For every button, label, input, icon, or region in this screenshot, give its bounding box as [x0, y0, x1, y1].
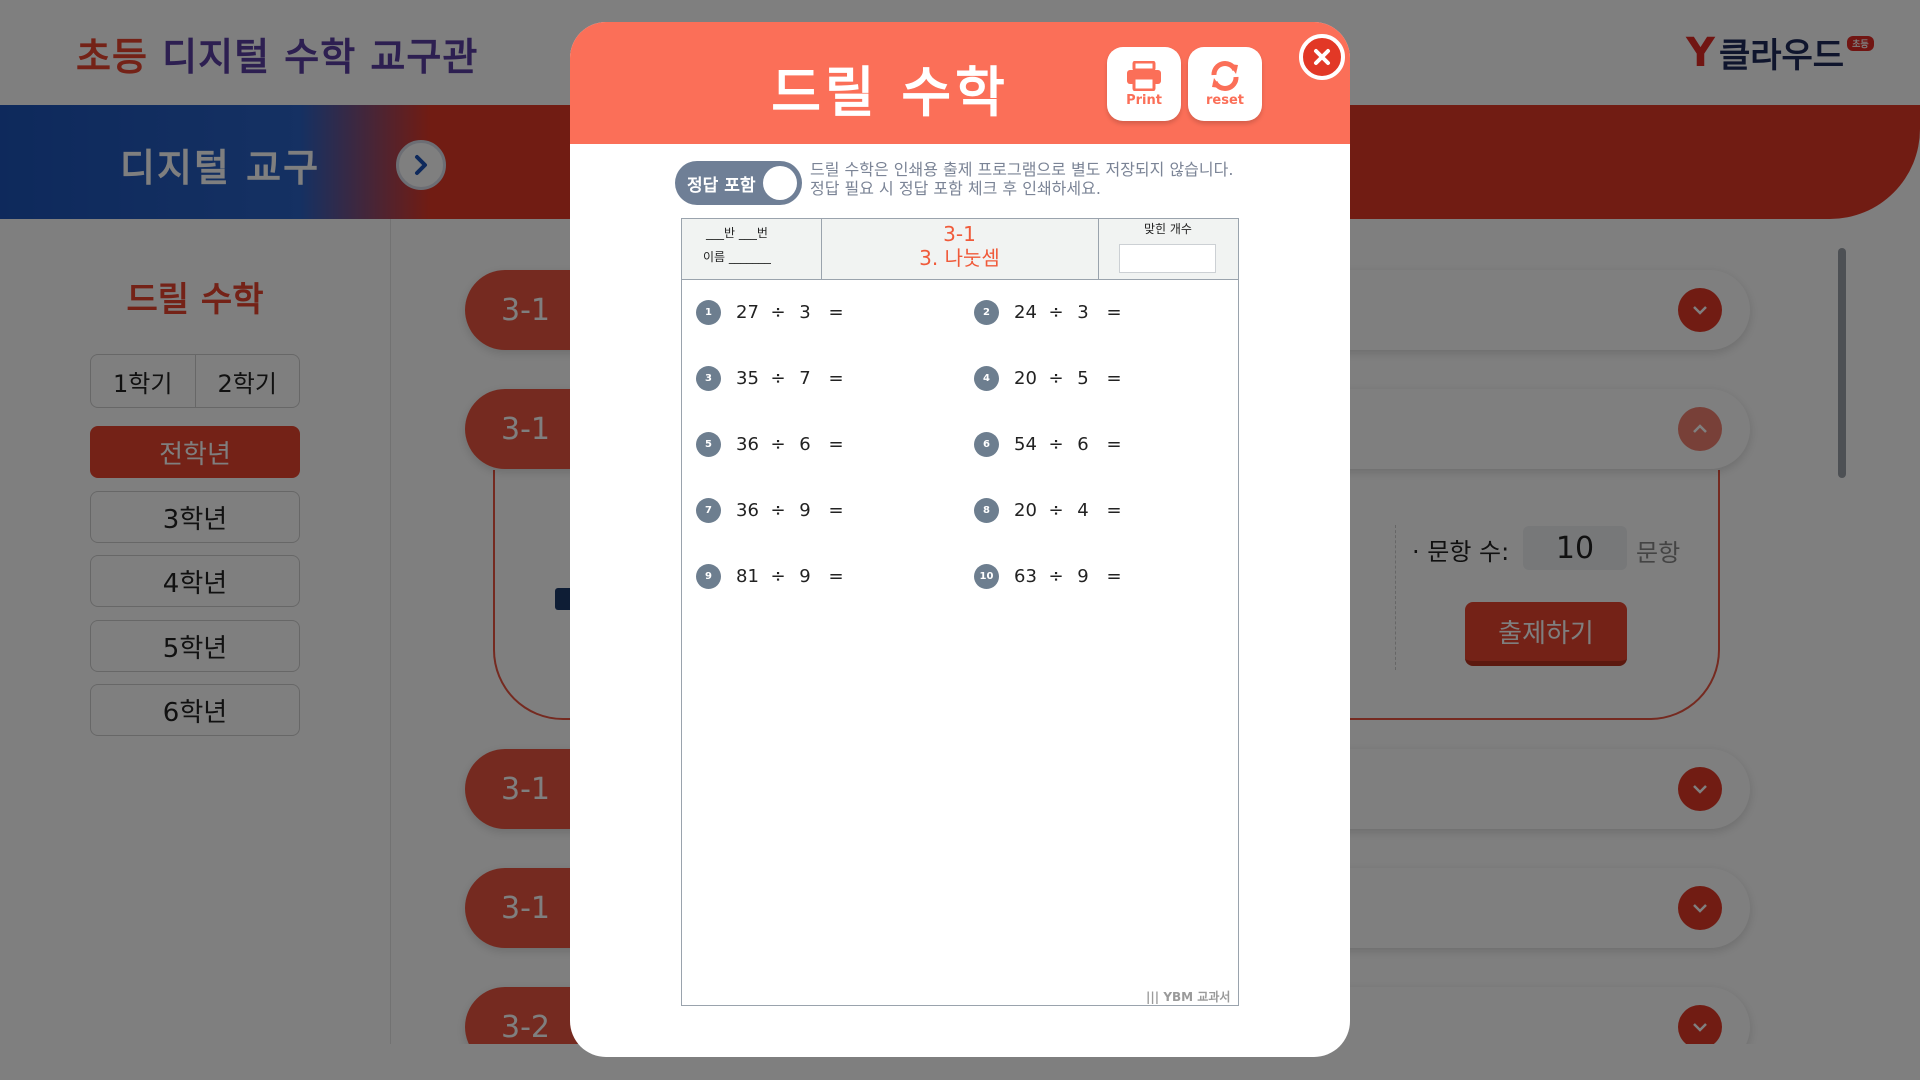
problem-item: 6 54 ÷ 6 = — [974, 431, 1124, 457]
dividend: 27 — [736, 301, 759, 323]
equals-sign: = — [1106, 499, 1122, 521]
dividend: 81 — [736, 565, 759, 587]
unit-name: 3. 나눗셈 — [919, 246, 1000, 270]
equals-sign: = — [1106, 301, 1122, 323]
unit-code: 3-1 — [943, 222, 976, 246]
refresh-icon — [1211, 60, 1239, 91]
problem-item: 5 36 ÷ 6 = — [696, 431, 846, 457]
divisor: 6 — [799, 433, 811, 455]
class-number-line: ___반 ___번 — [706, 226, 768, 240]
problem-number: 5 — [696, 431, 721, 457]
reset-button-label: reset — [1206, 92, 1244, 108]
problem-item: 10 63 ÷ 9 = — [974, 563, 1124, 589]
divisor: 5 — [1077, 367, 1089, 389]
reset-button[interactable]: reset — [1188, 47, 1262, 121]
problem-item: 3 35 ÷ 7 = — [696, 365, 846, 391]
notice-line-2: 정답 필요 시 정답 포함 체크 후 인쇄하세요. — [810, 179, 1101, 198]
dividend: 54 — [1014, 433, 1037, 455]
worksheet-unit: 3-1 3. 나눗셈 — [821, 222, 1098, 270]
divide-sign: ÷ — [1048, 499, 1064, 521]
divide-sign: ÷ — [770, 433, 786, 455]
equals-sign: = — [1106, 565, 1122, 587]
equals-sign: = — [828, 433, 844, 455]
print-button-label: Print — [1126, 92, 1162, 108]
score-box — [1119, 244, 1216, 273]
problem-item: 8 20 ÷ 4 = — [974, 497, 1124, 523]
divide-sign: ÷ — [1048, 367, 1064, 389]
problem-item: 4 20 ÷ 5 = — [974, 365, 1124, 391]
divide-sign: ÷ — [770, 367, 786, 389]
problem-number: 9 — [696, 563, 721, 589]
equals-sign: = — [828, 565, 844, 587]
close-modal-button[interactable] — [1299, 34, 1345, 80]
divisor: 7 — [799, 367, 811, 389]
ybm-logo-icon: ||| — [1146, 990, 1160, 1004]
equals-sign: = — [828, 301, 844, 323]
publisher-logo: ||| YBM 교과서 — [1146, 988, 1230, 1005]
name-line: 이름 _______ — [703, 250, 771, 264]
problem-item: 1 27 ÷ 3 = — [696, 299, 846, 325]
print-notice: 드릴 수학은 인쇄용 출제 프로그램으로 별도 저장되지 않습니다. 정답 필요… — [810, 160, 1233, 198]
problem-number: 4 — [974, 365, 999, 391]
problem-number: 6 — [974, 431, 999, 457]
dividend: 36 — [736, 499, 759, 521]
divisor: 3 — [799, 301, 811, 323]
score-label: 맞힌 개수 — [1144, 222, 1192, 236]
divisor: 9 — [799, 565, 811, 587]
divisor: 3 — [1077, 301, 1089, 323]
problem-item: 2 24 ÷ 3 = — [974, 299, 1124, 325]
dividend: 24 — [1014, 301, 1037, 323]
divide-sign: ÷ — [770, 565, 786, 587]
divisor: 4 — [1077, 499, 1089, 521]
dividend: 20 — [1014, 499, 1037, 521]
problem-number: 1 — [696, 299, 721, 325]
divide-sign: ÷ — [770, 499, 786, 521]
equals-sign: = — [1106, 367, 1122, 389]
dividend: 35 — [736, 367, 759, 389]
problem-number: 3 — [696, 365, 721, 391]
divide-sign: ÷ — [770, 301, 786, 323]
equals-sign: = — [1106, 433, 1122, 455]
notice-line-1: 드릴 수학은 인쇄용 출제 프로그램으로 별도 저장되지 않습니다. — [810, 160, 1234, 179]
problem-number: 8 — [974, 497, 999, 523]
dividend: 36 — [736, 433, 759, 455]
problem-item: 9 81 ÷ 9 = — [696, 563, 846, 589]
printer-icon — [1127, 60, 1161, 91]
problem-number: 7 — [696, 497, 721, 523]
divide-sign: ÷ — [1048, 301, 1064, 323]
publisher-name: YBM 교과서 — [1163, 990, 1231, 1004]
toggle-label: 정답 포함 — [687, 175, 756, 196]
include-answers-toggle[interactable]: 정답 포함 — [675, 161, 802, 205]
divisor: 9 — [1077, 565, 1089, 587]
divisor: 6 — [1077, 433, 1089, 455]
divide-sign: ÷ — [1048, 433, 1064, 455]
equals-sign: = — [828, 367, 844, 389]
dividend: 63 — [1014, 565, 1037, 587]
toggle-knob — [763, 166, 797, 200]
divide-sign: ÷ — [1048, 565, 1064, 587]
worksheet — [681, 218, 1239, 1006]
equals-sign: = — [828, 499, 844, 521]
problem-number: 10 — [974, 563, 999, 589]
problem-item: 7 36 ÷ 9 = — [696, 497, 846, 523]
close-icon — [1314, 49, 1330, 65]
divisor: 9 — [799, 499, 811, 521]
dividend: 20 — [1014, 367, 1037, 389]
problem-number: 2 — [974, 299, 999, 325]
print-button[interactable]: Print — [1107, 47, 1181, 121]
